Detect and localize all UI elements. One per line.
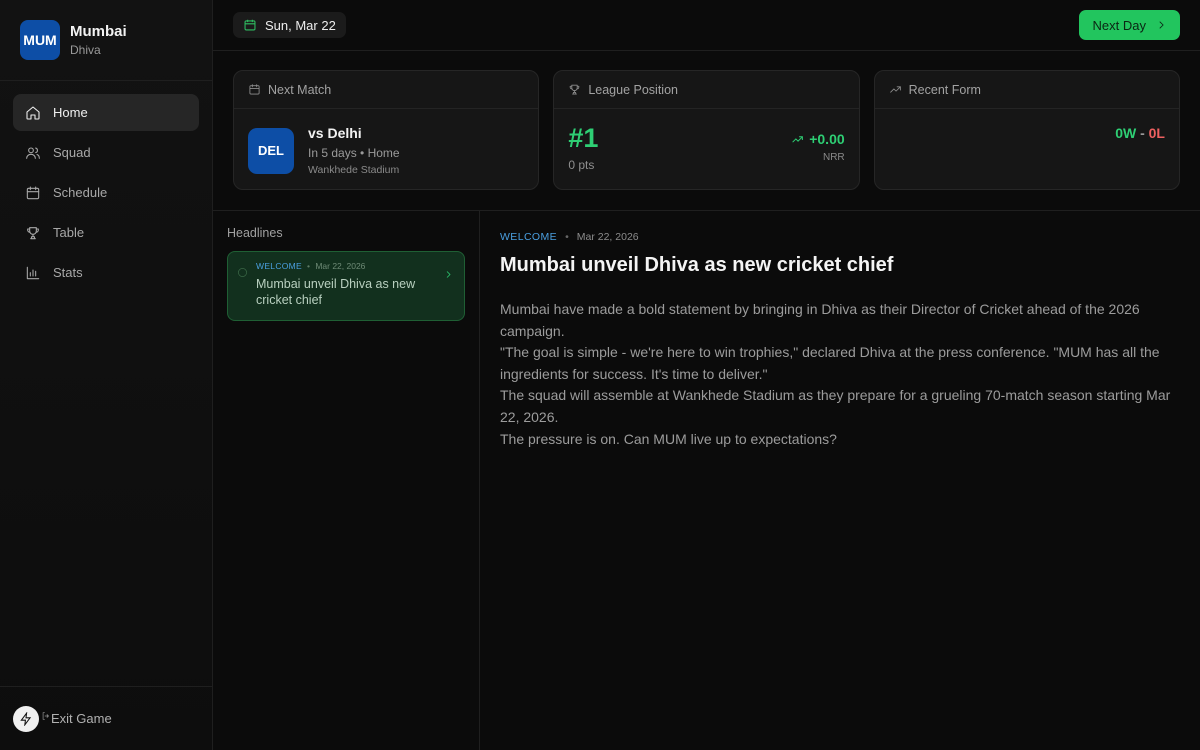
match-info: In 5 days • Home bbox=[308, 146, 400, 160]
sidebar-item-home[interactable]: Home bbox=[13, 94, 199, 131]
headlines-title: Headlines bbox=[227, 226, 283, 240]
next-day-label: Next Day bbox=[1092, 17, 1146, 33]
logout-icon bbox=[41, 709, 51, 720]
nrr-value-row: +0.00 bbox=[791, 131, 845, 147]
trending-up-icon bbox=[889, 86, 901, 93]
team-name: Mumbai bbox=[70, 23, 127, 40]
sidebar-item-schedule[interactable]: Schedule bbox=[13, 174, 199, 211]
article-paragraph: "The goal is simple - we're here to win … bbox=[500, 344, 1160, 382]
calendar-icon bbox=[26, 185, 40, 199]
league-position-card: League Position #1 0 pts +0.00 NRR bbox=[553, 70, 860, 190]
sidebar-item-label: Squad bbox=[53, 145, 91, 160]
bolt-badge bbox=[13, 705, 49, 732]
sidebar-item-label: Stats bbox=[53, 265, 83, 280]
users-icon bbox=[26, 146, 40, 159]
sidebar-item-label: Schedule bbox=[53, 185, 108, 200]
card-body: DEL vs Delhi In 5 days • Home Wankhede S… bbox=[234, 109, 538, 189]
sidebar: MUM Mumbai Dhiva Home Squad Schedule Tab… bbox=[0, 0, 213, 750]
article-tag: WELCOME bbox=[500, 231, 558, 243]
headline-date: Mar 22, 2026 bbox=[315, 261, 366, 271]
headline-tag: WELCOME bbox=[256, 261, 303, 271]
trending-up-icon bbox=[792, 135, 804, 143]
bar-chart-icon bbox=[26, 266, 40, 279]
sidebar-nav: Home Squad Schedule Table Stats bbox=[0, 81, 212, 307]
sidebar-item-squad[interactable]: Squad bbox=[13, 134, 199, 171]
form-separator: - bbox=[1136, 125, 1149, 141]
current-date: Sun, Mar 22 bbox=[233, 12, 346, 38]
main-area: Sun, Mar 22 Next Day Next Match DEL vs D… bbox=[213, 0, 1200, 750]
sidebar-item-label: Home bbox=[53, 105, 88, 120]
article-date: Mar 22, 2026 bbox=[576, 231, 639, 243]
calendar-icon bbox=[244, 19, 256, 31]
nrr-label: NRR bbox=[822, 152, 845, 163]
form-record: 0W - 0L bbox=[1115, 125, 1165, 141]
article-title: Mumbai unveil Dhiva as new cricket chief bbox=[500, 254, 894, 276]
exit-game-label: Exit Game bbox=[51, 711, 112, 726]
form-losses: 0L bbox=[1148, 125, 1165, 141]
next-day-button[interactable]: Next Day bbox=[1078, 10, 1180, 40]
sidebar-footer: Exit Game bbox=[0, 686, 212, 750]
trophy-icon bbox=[570, 84, 580, 95]
chevron-right-icon bbox=[444, 266, 453, 278]
form-wins: 0W bbox=[1115, 125, 1137, 141]
headline-title: Mumbai unveil Dhiva as new cricket chief bbox=[256, 277, 416, 307]
nrr-value: +0.00 bbox=[809, 131, 845, 147]
match-details: vs Delhi In 5 days • Home Wankhede Stadi… bbox=[308, 125, 400, 176]
brand-text: Mumbai Dhiva bbox=[70, 23, 127, 57]
card-title: League Position bbox=[588, 82, 678, 97]
topbar: Sun, Mar 22 Next Day bbox=[213, 0, 1200, 51]
headline-meta: WELCOME • Mar 22, 2026 bbox=[256, 261, 454, 271]
team-logo: MUM bbox=[20, 20, 60, 60]
opponent-logo: DEL bbox=[248, 127, 294, 174]
calendar-icon bbox=[249, 84, 260, 95]
card-title: Recent Form bbox=[908, 82, 981, 97]
sidebar-item-stats[interactable]: Stats bbox=[13, 254, 199, 291]
card-header: Next Match bbox=[234, 71, 539, 109]
app-root: MUM Mumbai Dhiva Home Squad Schedule Tab… bbox=[0, 0, 1200, 750]
card-title: Next Match bbox=[268, 82, 332, 97]
opponent-name: vs Delhi bbox=[308, 125, 362, 141]
meta-dot: • bbox=[565, 231, 569, 243]
sidebar-item-table[interactable]: Table bbox=[13, 214, 199, 251]
net-run-rate: +0.00 NRR bbox=[791, 131, 845, 163]
headline-item[interactable]: WELCOME • Mar 22, 2026 Mumbai unveil Dhi… bbox=[227, 251, 465, 321]
match-venue: Wankhede Stadium bbox=[308, 164, 400, 176]
recent-form-card: Recent Form 0W - 0L bbox=[873, 70, 1180, 190]
news-section: Headlines WELCOME • Mar 22, 2026 Mumbai … bbox=[213, 211, 1200, 750]
card-header: League Position bbox=[554, 71, 859, 109]
article-meta: WELCOME • Mar 22, 2026 bbox=[500, 231, 1180, 243]
bolt-icon bbox=[20, 711, 32, 726]
article-body: Mumbai have made a bold statement by bri… bbox=[500, 299, 1180, 450]
headlines-panel: Headlines WELCOME • Mar 22, 2026 Mumbai … bbox=[213, 211, 480, 750]
article-paragraph: The squad will assemble at Wankhede Stad… bbox=[500, 387, 1171, 425]
chevron-right-icon bbox=[1159, 21, 1164, 29]
article-view: WELCOME • Mar 22, 2026 Mumbai unveil Dhi… bbox=[480, 211, 1200, 750]
meta-dot: • bbox=[307, 261, 311, 271]
read-status-icon bbox=[237, 265, 248, 277]
summary-cards: Next Match DEL vs Delhi In 5 days • Home… bbox=[213, 51, 1200, 211]
home-icon bbox=[26, 105, 40, 120]
next-match-card: Next Match DEL vs Delhi In 5 days • Home… bbox=[233, 70, 540, 190]
card-body: 0W - 0L bbox=[875, 109, 1179, 189]
card-header: Recent Form bbox=[874, 71, 1179, 109]
current-date-text: Sun, Mar 22 bbox=[265, 17, 336, 33]
sidebar-item-label: Table bbox=[53, 225, 85, 240]
team-brand: MUM Mumbai Dhiva bbox=[0, 0, 212, 81]
article-paragraph: The pressure is on. Can MUM live up to e… bbox=[500, 430, 837, 447]
card-body: #1 0 pts +0.00 NRR bbox=[554, 109, 858, 189]
article-paragraph: Mumbai have made a bold statement by bri… bbox=[500, 301, 1140, 339]
exit-game-button[interactable]: Exit Game bbox=[13, 705, 112, 732]
match-row: DEL vs Delhi In 5 days • Home Wankhede S… bbox=[248, 123, 524, 176]
trophy-icon bbox=[27, 226, 39, 239]
manager-name: Dhiva bbox=[70, 43, 101, 57]
